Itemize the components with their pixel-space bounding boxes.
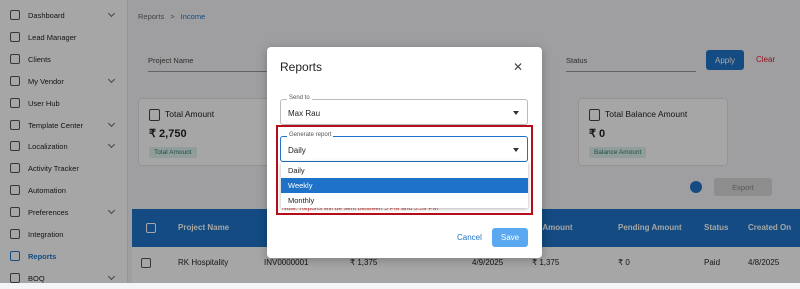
- cancel-button[interactable]: Cancel: [457, 233, 482, 242]
- report-frequency-dropdown: Daily Weekly Monthly: [281, 162, 528, 208]
- option-daily[interactable]: Daily: [281, 163, 528, 178]
- modal-title: Reports: [280, 60, 323, 74]
- option-monthly[interactable]: Monthly: [281, 193, 528, 208]
- close-icon[interactable]: ✕: [513, 61, 525, 73]
- send-to-select[interactable]: Send to Max Rau: [280, 95, 528, 125]
- dropdown-arrow-icon: [513, 111, 519, 115]
- save-button[interactable]: Save: [492, 228, 528, 247]
- option-weekly[interactable]: Weekly: [281, 178, 528, 193]
